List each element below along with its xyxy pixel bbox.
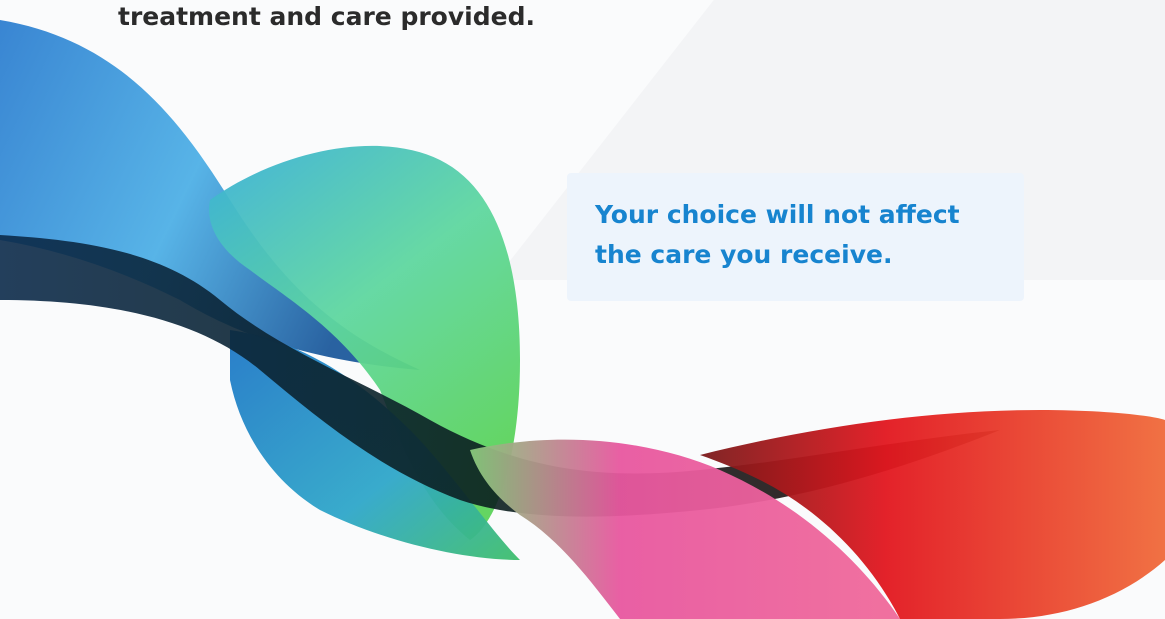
callout-box: Your choice will not affect the care you… (567, 173, 1024, 301)
slide: treatment and care provided. Your choice… (0, 0, 1165, 619)
heading-text-fragment: treatment and care provided. (118, 2, 535, 31)
callout-line-1: Your choice will not affect (595, 200, 960, 229)
callout-line-2: the care you receive. (595, 240, 893, 269)
decorative-wave-graphic (0, 20, 1165, 619)
